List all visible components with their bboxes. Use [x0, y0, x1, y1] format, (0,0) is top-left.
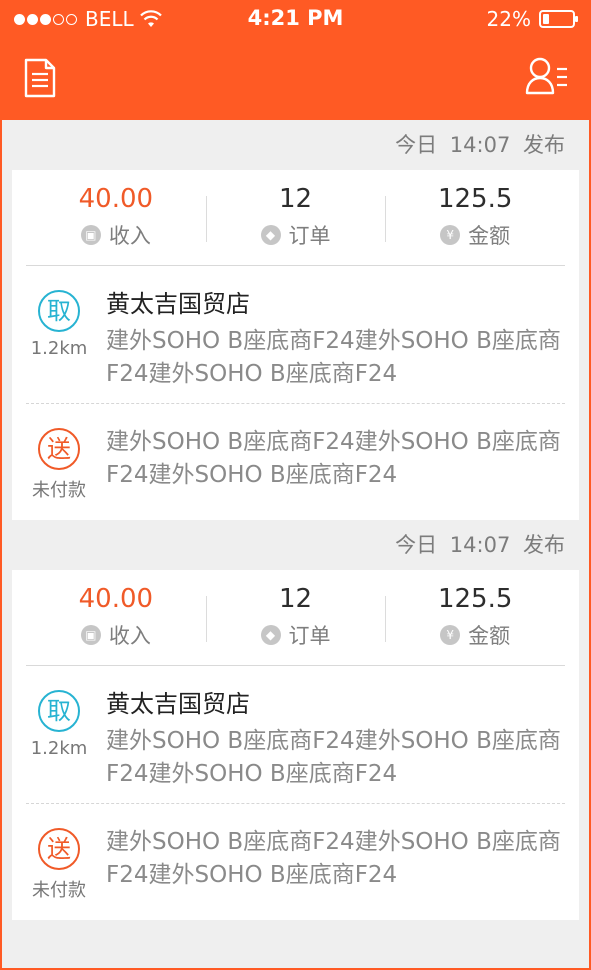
tag-icon: ◆ — [260, 225, 281, 245]
stat-amount: 125.5 ¥ 金额 — [385, 170, 565, 265]
order-card[interactable]: 40.00 ▣ 收入 12 ◆ 订单 125.5 ¥ 金额 取 1.2km 黄太… — [12, 170, 579, 520]
publish-label: 发布 — [523, 533, 565, 557]
publish-clock: 14:07 — [449, 533, 511, 557]
order-list: 今日 14:07 发布 40.00 ▣ 收入 12 ◆ 订单 125.5 ¥ 金… — [2, 120, 589, 920]
delivery-badge-col: 送 未付款 — [26, 404, 92, 520]
amount-value: 125.5 — [437, 184, 513, 214]
delivery-address: 建外SOHO B座底商F24建外SOHO B座底商F24建外SOHO B座底商F… — [106, 429, 561, 488]
income-value: 40.00 — [78, 584, 154, 614]
pickup-distance: 1.2km — [30, 338, 88, 359]
orders-value: 12 — [278, 184, 313, 214]
stat-orders: 12 ◆ 订单 — [205, 570, 386, 665]
pickup-row: 取 1.2km 黄太吉国贸店 建外SOHO B座底商F24建外SOHO B座底商… — [26, 266, 565, 404]
income-label-row: ▣ 收入 — [26, 220, 206, 250]
orders-label: 订单 — [288, 624, 331, 648]
amount-value: 125.5 — [437, 584, 513, 614]
delivery-body: 建外SOHO B座底商F24建外SOHO B座底商F24建外SOHO B座底商F… — [92, 404, 565, 520]
amount-label-row: ¥ 金额 — [385, 220, 565, 250]
income-value: 40.00 — [78, 184, 154, 214]
status-bar: BELL 4:21 PM 22% — [2, 0, 589, 40]
pickup-badge: 取 — [38, 690, 80, 732]
amount-label: 金额 — [468, 224, 511, 248]
battery-indicator: 22% — [487, 7, 579, 31]
document-list-icon[interactable] — [24, 58, 56, 98]
delivery-row: 送 未付款 建外SOHO B座底商F24建外SOHO B座底商F24建外SOHO… — [26, 404, 565, 520]
publish-day: 今日 — [395, 133, 438, 157]
orders-label-row: ◆ 订单 — [206, 220, 386, 250]
stat-amount: 125.5 ¥ 金额 — [385, 570, 565, 665]
delivery-badge: 送 — [38, 428, 80, 470]
pickup-distance: 1.2km — [30, 738, 88, 759]
income-label: 收入 — [108, 624, 151, 648]
amount-label-row: ¥ 金额 — [385, 620, 565, 650]
battery-icon — [539, 10, 578, 28]
payment-status: 未付款 — [32, 480, 86, 501]
publish-clock: 14:07 — [449, 133, 511, 157]
pickup-body: 黄太吉国贸店 建外SOHO B座底商F24建外SOHO B座底商F24建外SOH… — [92, 266, 565, 403]
delivery-address: 建外SOHO B座底商F24建外SOHO B座底商F24建外SOHO B座底商F… — [106, 829, 561, 888]
publish-time: 今日 14:07 发布 — [2, 520, 589, 570]
yen-icon: ¥ — [440, 225, 461, 245]
delivery-body: 建外SOHO B座底商F24建外SOHO B座底商F24建外SOHO B座底商F… — [92, 804, 565, 920]
income-label-row: ▣ 收入 — [26, 620, 206, 650]
tag-icon: ◆ — [260, 625, 281, 645]
order-card[interactable]: 40.00 ▣ 收入 12 ◆ 订单 125.5 ¥ 金额 取 1.2km 黄太… — [12, 570, 579, 920]
app-frame: BELL 4:21 PM 22% 今日 14:07 发布 40.00 ▣ 收入 … — [0, 0, 591, 970]
stat-income: 40.00 ▣ 收入 — [26, 570, 206, 665]
pickup-address: 建外SOHO B座底商F24建外SOHO B座底商F24建外SOHO B座底商F… — [106, 328, 561, 387]
delivery-badge-col: 送 未付款 — [26, 804, 92, 920]
battery-percent: 22% — [486, 7, 531, 31]
publish-day: 今日 — [395, 533, 438, 557]
payment-status: 未付款 — [32, 880, 86, 901]
yen-icon: ¥ — [440, 625, 461, 645]
delivery-row: 送 未付款 建外SOHO B座底商F24建外SOHO B座底商F24建外SOHO… — [26, 804, 565, 920]
wallet-icon: ▣ — [80, 625, 101, 645]
order-stats: 40.00 ▣ 收入 12 ◆ 订单 125.5 ¥ 金额 — [26, 170, 565, 266]
pickup-badge-col: 取 1.2km — [26, 266, 92, 403]
pickup-body: 黄太吉国贸店 建外SOHO B座底商F24建外SOHO B座底商F24建外SOH… — [92, 666, 565, 803]
publish-time: 今日 14:07 发布 — [2, 120, 589, 170]
amount-label: 金额 — [468, 624, 511, 648]
order-stats: 40.00 ▣ 收入 12 ◆ 订单 125.5 ¥ 金额 — [26, 570, 565, 666]
user-menu-icon[interactable] — [525, 56, 569, 96]
orders-label-row: ◆ 订单 — [206, 620, 386, 650]
publish-label: 发布 — [523, 133, 565, 157]
store-name: 黄太吉国贸店 — [106, 290, 250, 318]
pickup-badge-col: 取 1.2km — [26, 666, 92, 803]
pickup-badge: 取 — [38, 290, 80, 332]
delivery-badge: 送 — [38, 828, 80, 870]
store-name: 黄太吉国贸店 — [106, 690, 250, 718]
stat-orders: 12 ◆ 订单 — [205, 170, 386, 265]
wallet-icon: ▣ — [80, 225, 101, 245]
pickup-address: 建外SOHO B座底商F24建外SOHO B座底商F24建外SOHO B座底商F… — [106, 728, 561, 787]
pickup-row: 取 1.2km 黄太吉国贸店 建外SOHO B座底商F24建外SOHO B座底商… — [26, 666, 565, 804]
nav-bar — [2, 40, 589, 120]
income-label: 收入 — [108, 224, 151, 248]
orders-label: 订单 — [288, 224, 331, 248]
orders-value: 12 — [278, 584, 313, 614]
stat-income: 40.00 ▣ 收入 — [26, 170, 206, 265]
